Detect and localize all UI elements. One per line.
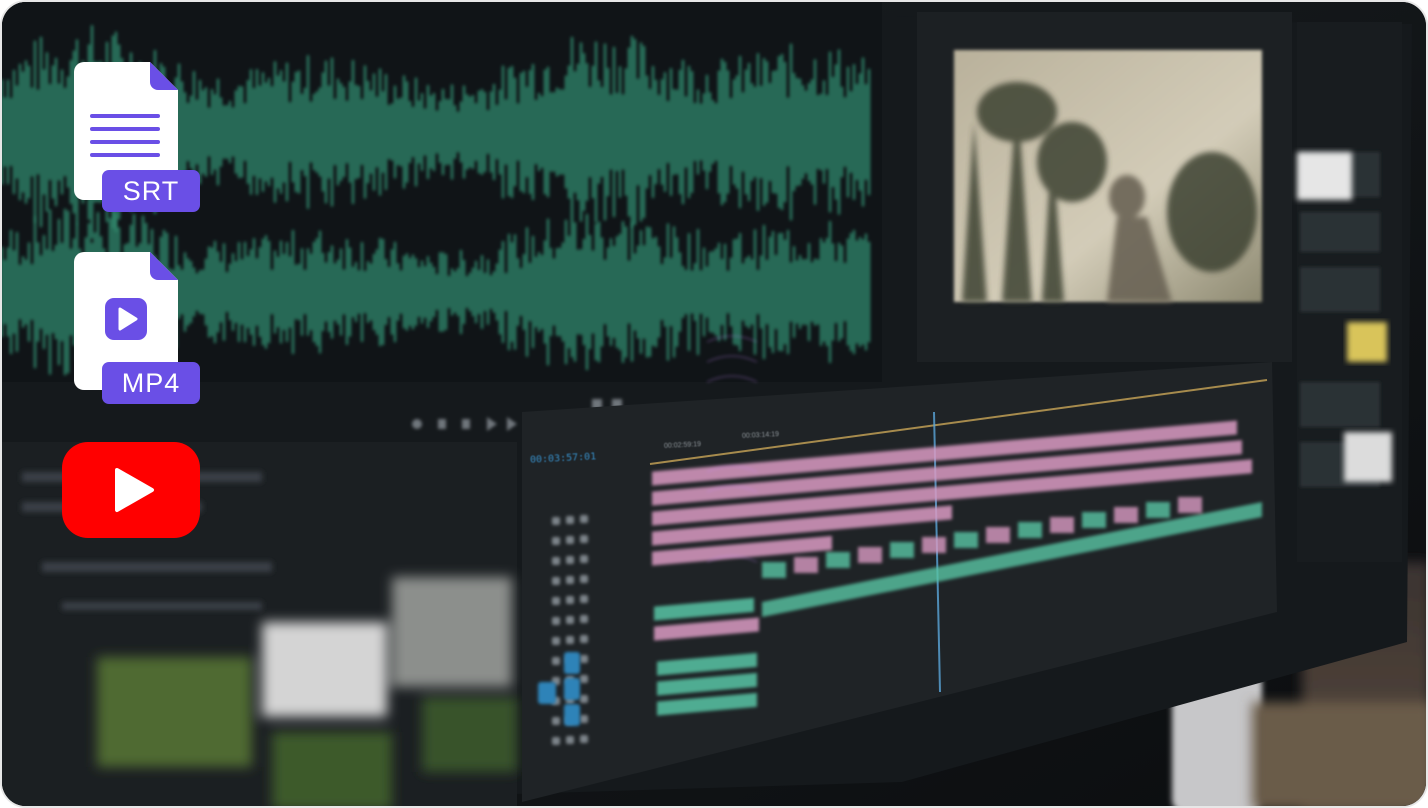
mp4-label: MP4 — [102, 362, 200, 404]
youtube-badge — [62, 442, 200, 538]
srt-label: SRT — [102, 170, 200, 212]
video-editor-photo — [2, 2, 1426, 806]
hero-image-frame: 00:03:57:01 00:02:59:19 00:03:14:19 SRT … — [0, 0, 1428, 808]
program-video-frame — [954, 50, 1262, 302]
youtube-logo-icon — [62, 442, 200, 538]
srt-file-badge: SRT — [74, 62, 202, 214]
mp4-file-badge: MP4 — [74, 252, 202, 404]
